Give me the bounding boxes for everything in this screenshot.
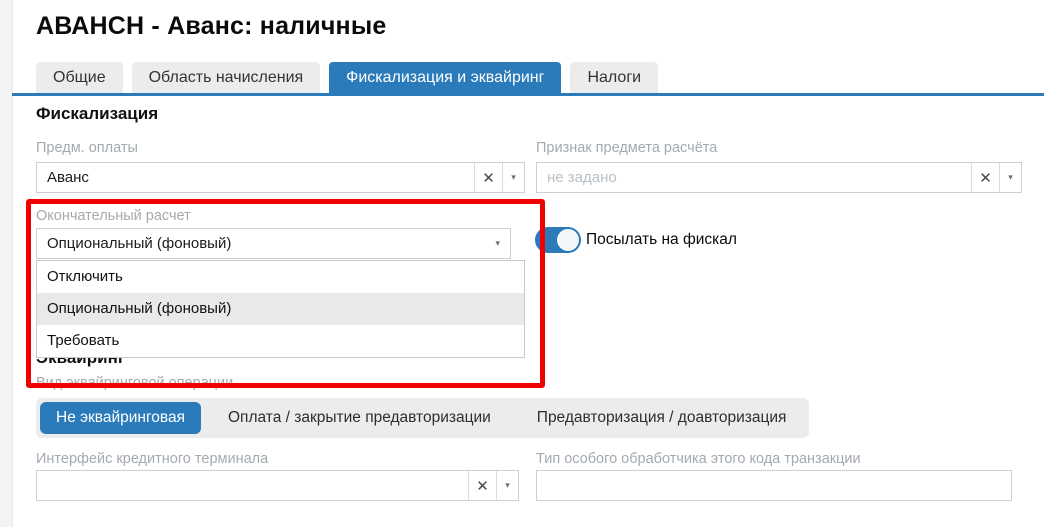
segment-payment-close-preauth[interactable]: Оплата / закрытие предавторизации — [205, 409, 514, 427]
special-handler-input[interactable] — [536, 470, 1012, 501]
tab-general[interactable]: Общие — [36, 62, 123, 93]
tab-taxes[interactable]: Налоги — [570, 62, 658, 93]
send-to-fiscal-toggle[interactable] — [535, 227, 581, 253]
segment-not-acquiring[interactable]: Не эквайринговая — [40, 402, 201, 434]
page-title: АВАНСН - Аванс: наличные — [36, 12, 387, 41]
chevron-down-icon: ▾ — [495, 238, 500, 249]
dropdown-option-require[interactable]: Требовать — [37, 325, 524, 357]
segment-preauth-additional-auth[interactable]: Предавторизация / доавторизация — [514, 409, 810, 427]
left-panel-edge — [0, 0, 13, 527]
terminal-interface-combobox[interactable]: ✕ ▾ — [36, 470, 519, 501]
payment-subject-combobox[interactable]: ✕ ▾ — [36, 162, 525, 193]
clear-icon[interactable]: ✕ — [468, 471, 496, 500]
terminal-interface-label: Интерфейс кредитного терминала — [36, 451, 268, 467]
dropdown-option-optional[interactable]: Опциональный (фоновый) — [37, 293, 524, 325]
chevron-down-icon[interactable]: ▾ — [496, 471, 518, 500]
fiscalization-settings-page: АВАНСН - Аванс: наличные Общие Область н… — [0, 0, 1044, 527]
chevron-down-icon[interactable]: ▾ — [999, 163, 1021, 192]
chevron-down-icon[interactable]: ▾ — [502, 163, 524, 192]
section-title-fiscalization: Фискализация — [36, 104, 158, 124]
payment-subject-label: Предм. оплаты — [36, 140, 138, 156]
clear-icon[interactable]: ✕ — [474, 163, 502, 192]
toggle-knob — [556, 228, 580, 252]
final-settlement-select[interactable]: Опциональный (фоновый) ▾ — [36, 228, 511, 259]
final-settlement-value: Опциональный (фоновый) — [47, 235, 231, 252]
clear-icon[interactable]: ✕ — [971, 163, 999, 192]
payment-subject-input[interactable] — [37, 163, 474, 192]
settlement-attr-label: Признак предмета расчёта — [536, 140, 717, 156]
operation-type-label: Вид эквайринговой операции — [36, 375, 233, 391]
settlement-attr-input[interactable] — [537, 163, 971, 192]
tab-bar: Общие Область начисления Фискализация и … — [36, 62, 658, 93]
tab-underline — [12, 93, 1044, 96]
tab-fiscalization-acquiring[interactable]: Фискализация и эквайринг — [329, 62, 561, 93]
final-settlement-dropdown: Отключить Опциональный (фоновый) Требова… — [36, 260, 525, 358]
special-handler-label: Тип особого обработчика этого кода транз… — [536, 451, 861, 467]
send-to-fiscal-label: Посылать на фискал — [586, 231, 737, 249]
final-settlement-label: Окончательный расчет — [36, 208, 191, 224]
terminal-interface-input[interactable] — [37, 471, 468, 500]
operation-type-segmented-control: Не эквайринговая Оплата / закрытие преда… — [36, 398, 809, 438]
dropdown-option-disable[interactable]: Отключить — [37, 261, 524, 293]
settlement-attr-combobox[interactable]: ✕ ▾ — [536, 162, 1022, 193]
tab-accrual-area[interactable]: Область начисления — [132, 62, 321, 93]
